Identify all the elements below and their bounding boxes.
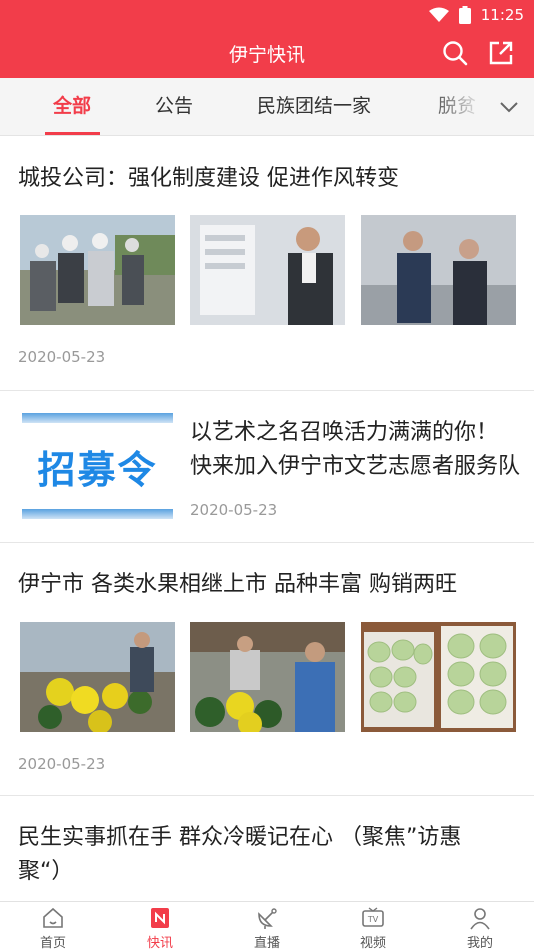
news-item[interactable]: 招募令 以艺术之名召唤活力满满的你！ 快来加入伊宁市文艺志愿者服务队 2020-… <box>0 391 534 542</box>
tab-ethnic-unity[interactable]: 民族团结一家 <box>257 78 371 135</box>
nav-home[interactable]: 首页 <box>8 902 98 949</box>
user-icon <box>470 908 490 930</box>
news-item[interactable]: 民生实事抓在手 群众冷暖记在心 （聚焦”访惠 聚“） <box>0 796 534 901</box>
news-thumbnail <box>361 215 516 325</box>
news-date: 2020-05-23 <box>18 755 106 773</box>
news-thumbnail <box>190 215 345 325</box>
nav-home-label: 首页 <box>39 936 66 949</box>
home-icon <box>43 907 63 928</box>
app-screen: 11:25 伊宁快讯 全部 公告 民族团结一家 脱贫 城投公司：强化制度建设 促… <box>0 0 534 949</box>
nav-live[interactable]: 直播 <box>222 902 312 949</box>
news-thumbnail: 招募令 <box>20 411 175 521</box>
tab-announcements[interactable]: 公告 <box>155 78 193 135</box>
news-thumbnail <box>190 622 345 732</box>
bottom-navigation: 首页 快讯 直播 TV 视频 我的 <box>0 901 534 949</box>
category-tabs: 全部 公告 民族团结一家 脱贫 <box>0 78 534 136</box>
active-tab-indicator <box>45 132 100 135</box>
nav-video-label: 视频 <box>359 936 386 949</box>
nav-news-label: 快讯 <box>146 936 173 949</box>
news-date: 2020-05-23 <box>18 348 106 366</box>
news-thumbnail <box>361 622 516 732</box>
news-title-line1: 以艺术之名召唤活力满满的你！ <box>190 420 499 445</box>
nav-live-label: 直播 <box>253 936 280 949</box>
news-title-line2: 聚“） <box>18 859 74 884</box>
news-title: 以艺术之名召唤活力满满的你！ 快来加入伊宁市文艺志愿者服务队 <box>190 416 520 484</box>
news-item[interactable]: 城投公司：强化制度建设 促进作风转变 2020-05-23 <box>0 137 534 390</box>
chevron-down-icon[interactable] <box>498 96 520 118</box>
news-thumbnail <box>20 622 175 732</box>
search-icon[interactable] <box>442 40 468 66</box>
battery-icon <box>458 6 471 24</box>
news-thumbnail <box>20 215 175 325</box>
tab-all[interactable]: 全部 <box>53 78 91 135</box>
nav-profile[interactable]: 我的 <box>435 902 525 949</box>
satellite-icon <box>258 908 277 929</box>
news-title-line2: 快来加入伊宁市文艺志愿者服务队 <box>190 454 520 479</box>
news-title-line1: 民生实事抓在手 群众冷暖记在心 （聚焦”访惠 <box>18 825 462 850</box>
nav-video[interactable]: TV 视频 <box>328 902 418 949</box>
status-bar: 11:25 <box>428 5 524 25</box>
nav-profile-label: 我的 <box>466 936 493 949</box>
news-date: 2020-05-23 <box>190 501 278 519</box>
share-icon[interactable] <box>488 40 514 66</box>
thumb-recruit-text: 招募令 <box>37 448 158 492</box>
header-bar: 11:25 伊宁快讯 <box>0 0 534 78</box>
news-item[interactable]: 伊宁市 各类水果相继上市 品种丰富 购销两旺 2020-05-23 <box>0 543 534 795</box>
wifi-icon <box>428 7 449 22</box>
news-icon <box>151 908 169 928</box>
tv-icon: TV <box>362 907 384 927</box>
svg-text:TV: TV <box>367 915 379 924</box>
news-title: 城投公司：强化制度建设 促进作风转变 <box>18 166 399 191</box>
news-title: 伊宁市 各类水果相继上市 品种丰富 购销两旺 <box>18 572 457 597</box>
status-time: 11:25 <box>480 6 524 24</box>
nav-news[interactable]: 快讯 <box>115 902 205 949</box>
